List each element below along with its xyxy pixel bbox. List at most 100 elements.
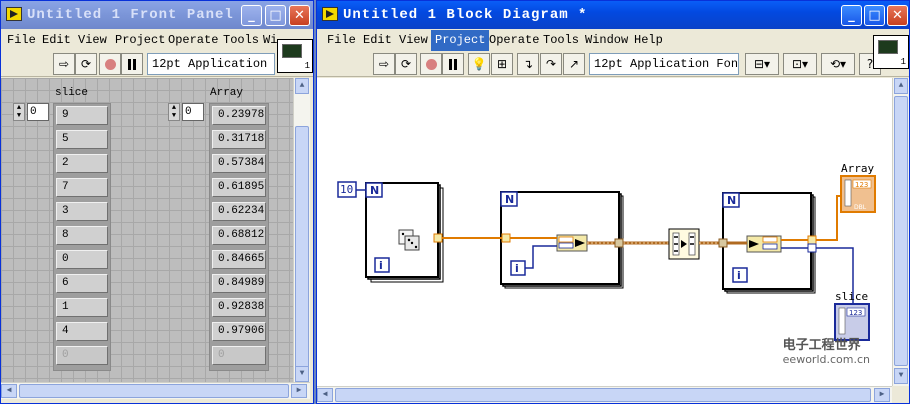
step-over-icon[interactable]: ↷ <box>540 53 562 75</box>
align-objects-icon[interactable]: ⊟▾ <box>745 53 779 75</box>
watermark: 电子工程世界 eeworld.com.cn <box>783 334 870 366</box>
slice-indicator-terminal[interactable]: slice 123 <box>834 290 870 341</box>
font-select[interactable]: 12pt Application Font <box>147 53 275 75</box>
scroll-thumb[interactable] <box>295 126 309 382</box>
array-element[interactable]: 0.97906 <box>212 322 266 341</box>
slice-element[interactable]: 8 <box>56 226 108 245</box>
scroll-right-icon[interactable]: ▶ <box>874 388 890 402</box>
menu-window[interactable]: Window <box>585 33 628 47</box>
menu-edit[interactable]: Edit <box>363 33 392 47</box>
iteration-terminal: i <box>515 262 519 275</box>
menu-file[interactable]: File <box>7 33 36 47</box>
maximize-button[interactable]: □ <box>265 5 286 26</box>
block-diagram-title: Untitled 1 Block Diagram * <box>343 7 588 23</box>
array-element[interactable]: 0.62234 <box>212 202 266 221</box>
menu-view[interactable]: View <box>78 33 107 47</box>
distribute-objects-icon[interactable]: ⊡▾ <box>783 53 817 75</box>
sort-array-node[interactable] <box>668 228 700 260</box>
scroll-down-icon[interactable]: ▼ <box>894 368 908 384</box>
scroll-left-icon[interactable]: ◀ <box>317 388 333 402</box>
close-button[interactable]: ✕ <box>289 5 310 26</box>
array-element[interactable]: 0.57384 <box>212 154 266 173</box>
abort-icon[interactable] <box>99 53 121 75</box>
block-diagram-toolbar: ⇨ ⟳ 💡 ⊞ ↴ ↷ ↗ 12pt Application Font ⊟▾ ⊡… <box>317 51 909 77</box>
pause-icon[interactable] <box>442 53 464 75</box>
pause-icon[interactable] <box>121 53 143 75</box>
block-diagram-canvas: N i 10 N i N i Array 123 DBL slice 123 电… <box>317 78 892 386</box>
menu-project[interactable]: Project <box>431 30 490 51</box>
slice-element[interactable]: 9 <box>56 106 108 125</box>
menu-tools[interactable]: Tools <box>223 33 259 47</box>
slice-element[interactable]: 0 <box>56 346 108 365</box>
count-constant[interactable]: 10 <box>337 181 357 198</box>
array-index-value[interactable]: 0 <box>182 103 204 121</box>
run-arrow-icon[interactable]: ⇨ <box>53 53 75 75</box>
block-diagram-vscroll[interactable]: ▲ ▼ <box>892 78 909 386</box>
block-diagram-hscroll[interactable]: ◀ ▶ <box>317 386 892 403</box>
menu-help[interactable]: Help <box>634 33 663 47</box>
menu-project[interactable]: Project <box>115 33 165 47</box>
menu-window[interactable]: Wi <box>263 33 277 47</box>
front-panel-vscroll[interactable]: ▲ ▼ <box>293 78 310 382</box>
front-panel-titlebar[interactable]: Untitled 1 Front Panel * _ □ ✕ <box>1 1 313 29</box>
menu-operate[interactable]: Operate <box>489 33 539 47</box>
scroll-thumb[interactable] <box>19 384 289 398</box>
slice-element[interactable]: 7 <box>56 178 108 197</box>
reorder-icon[interactable]: ⟲▾ <box>821 53 855 75</box>
scroll-thumb[interactable] <box>894 96 908 366</box>
menu-tools[interactable]: Tools <box>543 33 579 47</box>
step-out-icon[interactable]: ↗ <box>563 53 585 75</box>
scroll-left-icon[interactable]: ◀ <box>1 384 17 398</box>
slice-element[interactable]: 4 <box>56 322 108 341</box>
menu-operate[interactable]: Operate <box>168 33 218 47</box>
slice-element[interactable]: 0 <box>56 250 108 269</box>
minimize-button[interactable]: _ <box>241 5 262 26</box>
scroll-down-icon[interactable]: ▼ <box>295 366 309 382</box>
connector-pane-icon[interactable]: 1 <box>277 39 313 73</box>
minimize-button[interactable]: _ <box>841 5 862 26</box>
slice-element[interactable]: 3 <box>56 202 108 221</box>
slice-index[interactable]: ▲ ▼ 0 <box>13 103 51 121</box>
step-into-icon[interactable]: ↴ <box>517 53 539 75</box>
connector-pane-icon[interactable]: 1 <box>873 35 909 69</box>
menu-file[interactable]: File <box>327 33 356 47</box>
array-element[interactable]: 0.23978 <box>212 106 266 125</box>
array-element[interactable]: 0 <box>212 346 266 365</box>
menu-edit[interactable]: Edit <box>42 33 71 47</box>
slice-element[interactable]: 5 <box>56 130 108 149</box>
array-element[interactable]: 0.61895 <box>212 178 266 197</box>
for-loop-1[interactable]: N i <box>365 182 444 283</box>
run-continuously-icon[interactable]: ⟳ <box>395 53 417 75</box>
array-index[interactable]: ▲ ▼ 0 <box>168 103 206 121</box>
array-element[interactable]: 0.31718 <box>212 130 266 149</box>
scroll-thumb[interactable] <box>335 388 871 402</box>
unbundle-node[interactable] <box>746 235 782 253</box>
spinner-arrows-icon[interactable]: ▲ ▼ <box>168 103 180 121</box>
maximize-button[interactable]: □ <box>864 5 885 26</box>
retain-wire-values-icon[interactable]: ⊞ <box>491 53 513 75</box>
scroll-right-icon[interactable]: ▶ <box>291 384 307 398</box>
bundle-node[interactable] <box>556 234 588 252</box>
slice-index-value[interactable]: 0 <box>27 103 49 121</box>
run-arrow-icon[interactable]: ⇨ <box>373 53 395 75</box>
highlight-execution-icon[interactable]: 💡 <box>468 53 490 75</box>
array-element[interactable]: 0.84665 <box>212 250 266 269</box>
front-panel-hscroll[interactable]: ◀ ▶ <box>1 382 310 399</box>
array-indicator-terminal[interactable]: Array 123 DBL <box>840 162 876 213</box>
for-loop-2[interactable]: N i <box>500 191 624 289</box>
slice-element[interactable]: 6 <box>56 274 108 293</box>
array-element[interactable]: 0.92838 <box>212 298 266 317</box>
block-diagram-titlebar[interactable]: Untitled 1 Block Diagram * _ □ ✕ <box>317 1 909 29</box>
run-continuously-icon[interactable]: ⟳ <box>75 53 97 75</box>
scroll-up-icon[interactable]: ▲ <box>894 78 908 94</box>
array-element[interactable]: 0.84989 <box>212 274 266 293</box>
scroll-up-icon[interactable]: ▲ <box>295 78 309 94</box>
abort-icon[interactable] <box>420 53 442 75</box>
close-button[interactable]: ✕ <box>887 5 908 26</box>
menu-view[interactable]: View <box>399 33 428 47</box>
font-select[interactable]: 12pt Application Font <box>589 53 739 75</box>
array-element[interactable]: 0.68812 <box>212 226 266 245</box>
slice-element[interactable]: 1 <box>56 298 108 317</box>
slice-element[interactable]: 2 <box>56 154 108 173</box>
spinner-arrows-icon[interactable]: ▲ ▼ <box>13 103 25 121</box>
